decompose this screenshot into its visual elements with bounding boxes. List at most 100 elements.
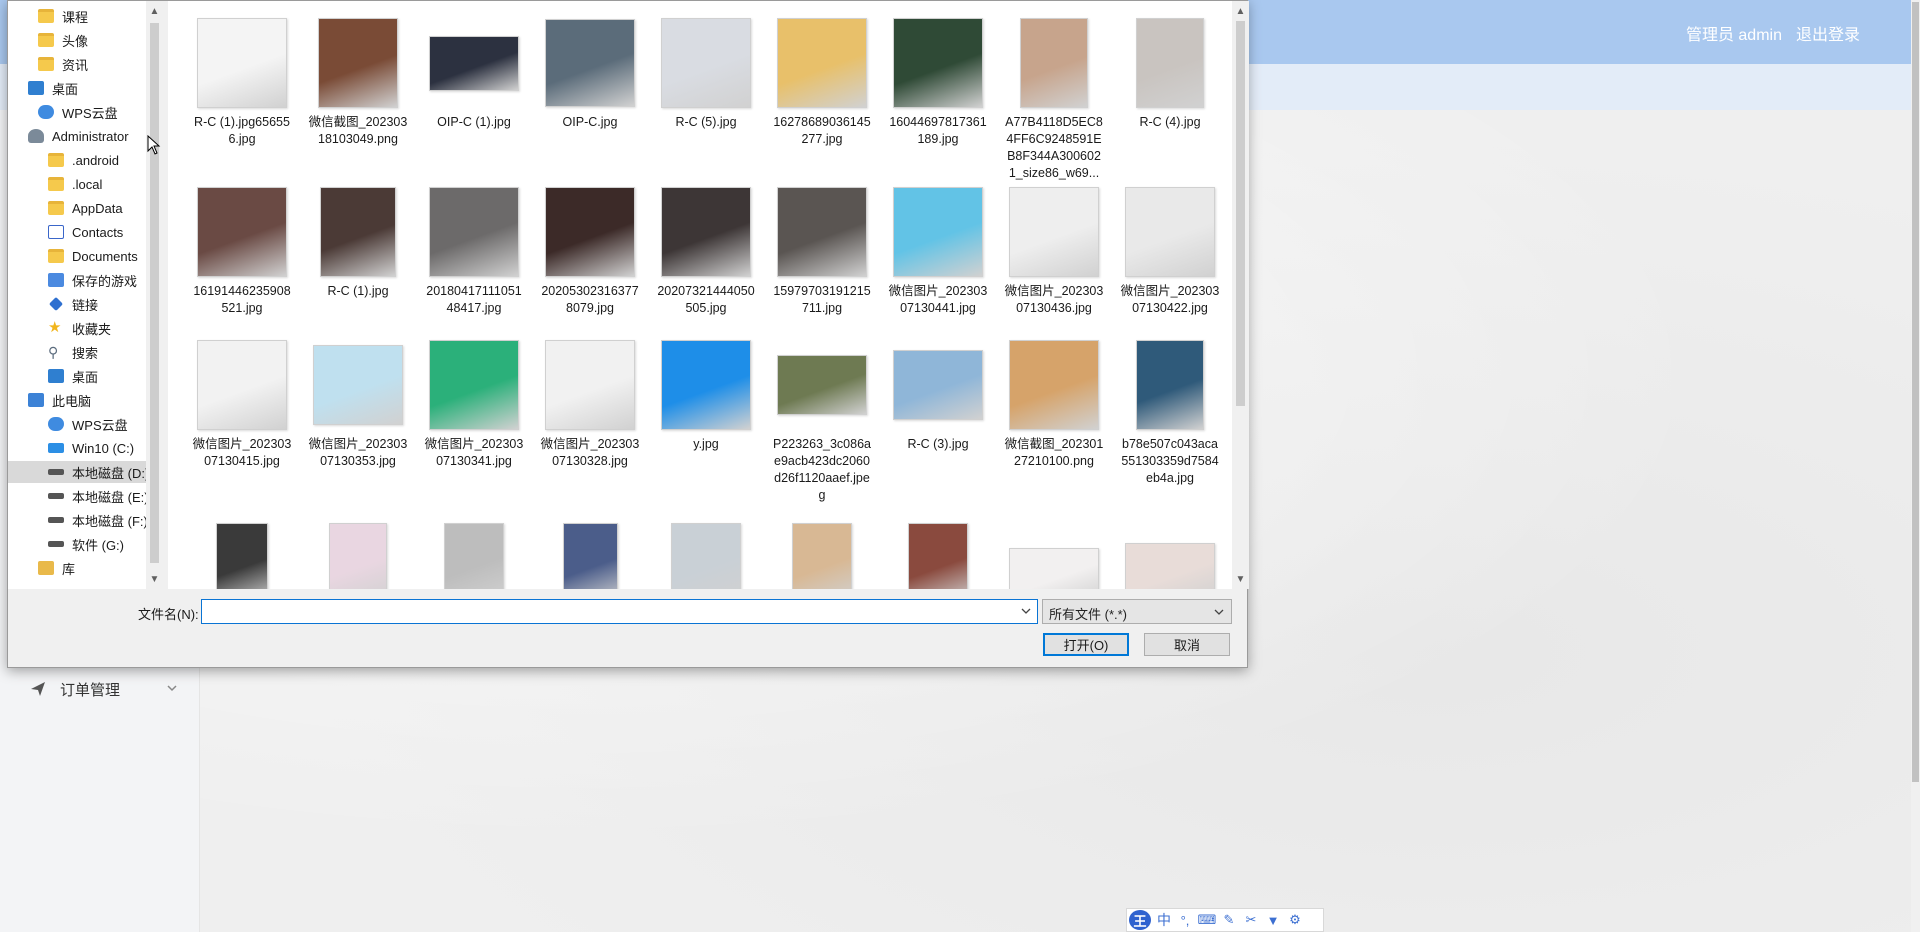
nav-item[interactable]: 链接 bbox=[8, 293, 146, 315]
file-item[interactable]: 16044697817361189.jpg bbox=[882, 15, 994, 148]
nav-item[interactable]: WPS云盘 bbox=[8, 101, 146, 123]
file-item[interactable]: 15979703191215711.jpg bbox=[766, 184, 878, 317]
nav-item[interactable]: 本地磁盘 (F:) bbox=[8, 509, 148, 531]
nav-item[interactable]: Contacts bbox=[8, 221, 146, 243]
file-item[interactable]: 微信图片_20230307130436.jpg bbox=[998, 184, 1110, 317]
file-list-scroll-thumb[interactable] bbox=[1236, 21, 1245, 406]
file-item[interactable] bbox=[418, 507, 530, 589]
file-item[interactable]: R-C (1).jpg656556.jpg bbox=[186, 15, 298, 148]
sidebar-item-orders[interactable]: 订单管理 bbox=[0, 666, 200, 712]
file-item[interactable] bbox=[998, 507, 1110, 589]
nav-item[interactable]: 本地磁盘 (D:) bbox=[8, 461, 149, 483]
file-item[interactable] bbox=[534, 507, 646, 589]
pen-icon[interactable]: ✎ bbox=[1221, 912, 1237, 928]
file-item[interactable]: 微信图片_20230307130422.jpg bbox=[1114, 184, 1226, 317]
nav-item[interactable]: 头像 bbox=[8, 29, 146, 51]
file-item[interactable]: OIP-C (1).jpg bbox=[418, 15, 530, 131]
file-item[interactable] bbox=[1114, 507, 1226, 589]
file-item[interactable]: 20207321444050505.jpg bbox=[650, 184, 762, 317]
file-list-scrollbar[interactable]: ▲ ▼ bbox=[1232, 1, 1249, 589]
nav-item[interactable]: 本地磁盘 (E:) bbox=[8, 485, 149, 507]
image-thumbnail bbox=[1136, 18, 1204, 108]
ime-logo-icon[interactable]: 王 bbox=[1129, 910, 1151, 930]
nav-item[interactable]: 此电脑 bbox=[8, 389, 146, 411]
scroll-down-arrow-icon[interactable]: ▼ bbox=[146, 571, 163, 588]
image-thumbnail bbox=[329, 523, 387, 589]
navigation-scroll-thumb[interactable] bbox=[150, 23, 159, 563]
skin-icon[interactable]: ▼ bbox=[1265, 912, 1281, 928]
file-item[interactable]: 微信图片_20230307130415.jpg bbox=[186, 337, 298, 470]
file-item[interactable]: 微信图片_20230307130441.jpg bbox=[882, 184, 994, 317]
filename-input[interactable] bbox=[201, 599, 1038, 624]
image-thumbnail bbox=[1020, 18, 1088, 108]
nav-item[interactable]: Documents bbox=[8, 245, 146, 267]
image-thumbnail bbox=[1009, 548, 1099, 589]
drive-icon bbox=[48, 469, 64, 475]
file-type-select[interactable]: 所有文件 (*.*) bbox=[1042, 599, 1232, 624]
file-item[interactable]: P223263_3c086ae9acb423dc2060d26f1120aaef… bbox=[766, 337, 878, 504]
file-item[interactable]: R-C (4).jpg bbox=[1114, 15, 1226, 131]
file-item[interactable]: 微信截图_20230127210100.png bbox=[998, 337, 1110, 470]
nav-item[interactable]: 保存的游戏 bbox=[8, 269, 146, 291]
windows-drive-icon bbox=[48, 443, 64, 453]
file-item[interactable]: 202053023163778079.jpg bbox=[534, 184, 646, 317]
file-item[interactable]: y.jpg bbox=[650, 337, 762, 453]
folder-icon bbox=[38, 57, 54, 71]
file-item[interactable]: 微信图片_20230307130328.jpg bbox=[534, 337, 646, 470]
file-item[interactable] bbox=[882, 507, 994, 589]
file-item[interactable]: OIP-C.jpg bbox=[534, 15, 646, 131]
file-item[interactable]: R-C (1).jpg bbox=[302, 184, 414, 300]
file-item[interactable]: 微信图片_20230307130353.jpg bbox=[302, 337, 414, 470]
scissors-icon[interactable]: ✂ bbox=[1243, 912, 1259, 928]
file-item[interactable]: 微信截图_20230318103049.png bbox=[302, 15, 414, 148]
file-thumbnail-frame bbox=[774, 337, 870, 433]
file-item[interactable]: 16191446235908521.jpg bbox=[186, 184, 298, 317]
image-thumbnail bbox=[313, 345, 403, 425]
navigation-scrollbar[interactable]: ▲ ▼ bbox=[146, 1, 163, 589]
nav-item[interactable]: 桌面 bbox=[8, 77, 146, 99]
file-item[interactable] bbox=[302, 507, 414, 589]
scroll-up-arrow-icon[interactable]: ▲ bbox=[1232, 3, 1249, 20]
keyboard-icon[interactable]: ⌨ bbox=[1198, 912, 1217, 928]
scroll-down-arrow-icon[interactable]: ▼ bbox=[1232, 571, 1249, 588]
file-item[interactable]: R-C (5).jpg bbox=[650, 15, 762, 131]
open-button[interactable]: 打开(O) bbox=[1043, 633, 1129, 656]
nav-item[interactable]: Administrator bbox=[8, 125, 146, 147]
nav-item[interactable]: WPS云盘 bbox=[8, 413, 146, 435]
file-item[interactable]: b78e507c043aca551303359d7584eb4a.jpg bbox=[1114, 337, 1226, 487]
filename-history-dropdown-icon[interactable] bbox=[1020, 605, 1032, 617]
page-scrollbar[interactable] bbox=[1911, 0, 1920, 932]
file-name: 20207321444050505.jpg bbox=[657, 284, 755, 315]
nav-item[interactable]: 课程 bbox=[8, 5, 146, 27]
punctuation-icon[interactable]: °, bbox=[1177, 912, 1193, 928]
logout-link[interactable]: 退出登录 bbox=[1796, 21, 1860, 45]
file-thumbnail-frame bbox=[310, 15, 406, 111]
file-item[interactable]: 微信图片_20230307130341.jpg bbox=[418, 337, 530, 470]
chevron-down-icon bbox=[1214, 609, 1224, 615]
nav-item[interactable]: 软件 (G:) bbox=[8, 533, 146, 555]
file-item[interactable] bbox=[650, 507, 762, 589]
page-scroll-thumb[interactable] bbox=[1912, 2, 1919, 782]
image-thumbnail bbox=[1136, 340, 1204, 430]
file-item[interactable]: 16278689036145277.jpg bbox=[766, 15, 878, 148]
nav-item[interactable]: 桌面 bbox=[8, 365, 146, 387]
nav-item[interactable]: 库 bbox=[8, 557, 146, 579]
file-item[interactable]: A77B4118D5EC84FF6C9248591EB8F344A3006021… bbox=[998, 15, 1110, 182]
nav-item[interactable]: ★ 收藏夹 bbox=[8, 317, 146, 339]
nav-item[interactable]: AppData bbox=[8, 197, 146, 219]
file-name: 202053023163778079.jpg bbox=[541, 284, 639, 315]
nav-item[interactable]: 资讯 bbox=[8, 53, 146, 75]
cancel-button[interactable]: 取消 bbox=[1144, 633, 1230, 656]
settings-gear-icon[interactable]: ⚙ bbox=[1287, 912, 1303, 928]
nav-item[interactable]: .android bbox=[8, 149, 146, 171]
nav-item[interactable]: Win10 (C:) bbox=[8, 437, 146, 459]
file-item[interactable] bbox=[186, 507, 298, 589]
ime-mode-toggle[interactable]: 中 bbox=[1157, 910, 1171, 930]
scroll-up-arrow-icon[interactable]: ▲ bbox=[146, 3, 163, 20]
nav-item[interactable]: .local bbox=[8, 173, 146, 195]
file-item[interactable]: 2018041711105148417.jpg bbox=[418, 184, 530, 317]
file-item[interactable]: R-C (3).jpg bbox=[882, 337, 994, 453]
file-thumbnail-frame bbox=[774, 15, 870, 111]
nav-item[interactable]: ⚲ 搜索 bbox=[8, 341, 146, 363]
file-item[interactable] bbox=[766, 507, 878, 589]
